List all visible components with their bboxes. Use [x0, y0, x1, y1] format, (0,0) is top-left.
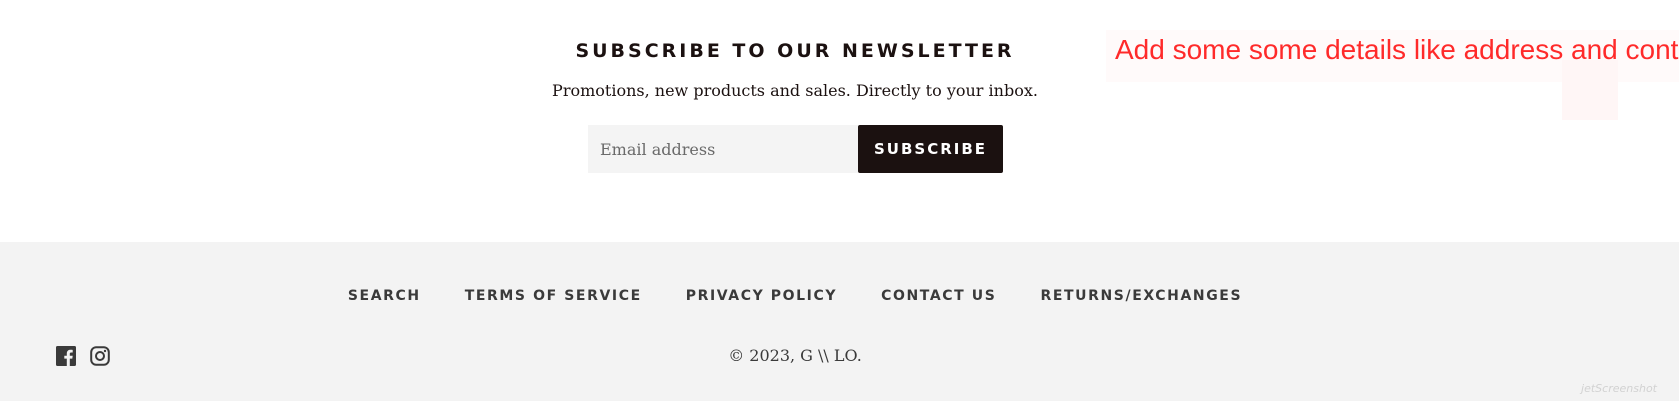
newsletter-form: SUBSCRIBE	[588, 125, 1003, 173]
watermark: jetScreenshot	[1581, 382, 1657, 395]
footer-nav: SEARCH TERMS OF SERVICE PRIVACY POLICY C…	[0, 287, 1590, 305]
annotation-highlight	[1562, 60, 1618, 120]
footer-link-contact-us[interactable]: CONTACT US	[881, 288, 996, 304]
copyright-text: © 2023, G \\ LO.	[728, 346, 862, 365]
footer-nav-item: RETURNS/EXCHANGES	[1040, 287, 1242, 305]
subscribe-button[interactable]: SUBSCRIBE	[858, 125, 1003, 173]
footer-nav-item: CONTACT US	[881, 287, 996, 305]
footer-link-returns-exchanges[interactable]: RETURNS/EXCHANGES	[1040, 288, 1242, 304]
footer-link-terms-of-service[interactable]: TERMS OF SERVICE	[465, 288, 642, 304]
newsletter-subtitle: Promotions, new products and sales. Dire…	[552, 81, 1038, 100]
footer-link-search[interactable]: SEARCH	[348, 288, 421, 304]
annotation-text: Add some some details like address and c…	[1115, 34, 1679, 65]
footer-nav-item: PRIVACY POLICY	[686, 287, 837, 305]
site-footer: SEARCH TERMS OF SERVICE PRIVACY POLICY C…	[0, 242, 1679, 401]
footer-nav-item: TERMS OF SERVICE	[465, 287, 642, 305]
email-input[interactable]	[588, 125, 858, 173]
page: SUBSCRIBE TO OUR NEWSLETTER Promotions, …	[0, 0, 1679, 401]
footer-link-privacy-policy[interactable]: PRIVACY POLICY	[686, 288, 837, 304]
footer-nav-item: SEARCH	[348, 287, 421, 305]
